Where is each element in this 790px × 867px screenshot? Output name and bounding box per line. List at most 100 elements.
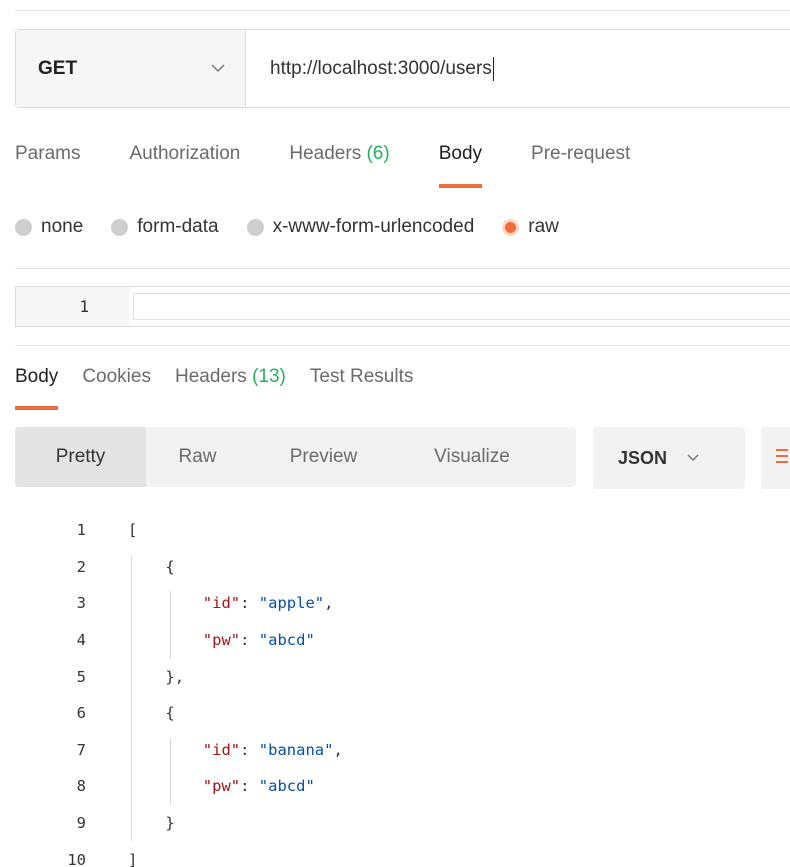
radio-raw[interactable]: raw	[502, 216, 559, 238]
radio-dot-icon	[502, 218, 520, 236]
line-number: 3	[76, 594, 86, 613]
radio-none[interactable]: none	[15, 216, 83, 238]
tab-label: Body	[15, 366, 59, 387]
json-key: "pw"	[202, 777, 241, 796]
code-line: 10]	[0, 841, 790, 867]
radio-form-data[interactable]: form-data	[111, 216, 219, 238]
format-label: JSON	[618, 447, 668, 468]
tab-authorization[interactable]: Authorization	[129, 143, 240, 188]
tab-headers[interactable]: Headers (6)	[289, 143, 389, 188]
mode-raw[interactable]: Raw	[146, 427, 249, 487]
code-text: ]	[128, 850, 138, 867]
tab-body[interactable]: Body	[438, 143, 483, 188]
body-type-radios: none form-data x-www-form-urlencoded raw	[15, 216, 587, 238]
tab-label: Headers	[174, 366, 247, 387]
line-number: 10	[67, 850, 86, 867]
code-text: "pw": "abcd"	[202, 777, 315, 796]
view-mode-control: Pretty Raw Preview Visualize	[15, 427, 576, 487]
chevron-down-icon	[209, 60, 227, 78]
code-line: 9}	[0, 805, 790, 842]
wrap-lines-icon	[776, 446, 788, 471]
tab-label: Params	[15, 143, 81, 164]
indent-guide	[131, 554, 132, 842]
tab-pre-request[interactable]: Pre-request	[531, 143, 630, 188]
json-key: "pw"	[202, 631, 241, 650]
method-select[interactable]: GET	[16, 30, 246, 107]
request-body-editor[interactable]: 1	[15, 286, 790, 327]
line-number: 9	[76, 814, 86, 833]
code-line: 2{	[0, 549, 790, 586]
request-url-bar: GET http://localhost:3000/users	[15, 29, 790, 108]
mode-label: Raw	[178, 446, 217, 467]
mode-visualize[interactable]: Visualize	[398, 427, 546, 487]
tab-params[interactable]: Params	[15, 143, 80, 188]
tab-label: Headers	[289, 143, 362, 164]
radio-label: form-data	[137, 216, 219, 237]
code-line: 8 "pw": "abcd"	[0, 768, 790, 805]
code-text: "id": "apple",	[202, 594, 334, 613]
json-punctuation: ,	[324, 594, 334, 613]
headers-count: (6)	[366, 143, 390, 164]
radio-label: raw	[528, 216, 559, 237]
method-label: GET	[38, 57, 78, 79]
tab-label: Pre-request	[531, 143, 631, 164]
json-string-value: "abcd"	[258, 631, 315, 650]
radio-dot-icon	[111, 218, 129, 236]
radio-dot-icon	[246, 218, 264, 236]
divider	[15, 345, 790, 346]
response-json-viewer[interactable]: 1[2{3 "id": "apple", 4 "pw": "abcd" 5}, 6{7 "i…	[0, 512, 790, 867]
tab-response-headers[interactable]: Headers (13)	[175, 366, 286, 410]
code-text: [	[128, 521, 138, 540]
radio-label: none	[41, 216, 84, 237]
json-key: "id"	[202, 740, 241, 759]
line-number-gutter: 1	[16, 287, 129, 326]
line-number: 2	[76, 557, 86, 576]
response-tabs: Body Cookies Headers (13) Test Results	[15, 366, 437, 410]
line-number: 4	[76, 631, 86, 650]
json-string-value: "banana"	[258, 740, 334, 759]
mode-preview[interactable]: Preview	[249, 427, 398, 487]
indent-guide	[170, 737, 172, 805]
radio-x-www-form-urlencoded[interactable]: x-www-form-urlencoded	[246, 216, 475, 238]
tab-label: Body	[438, 143, 483, 164]
code-text: }	[165, 814, 175, 833]
json-string-value: "abcd"	[258, 777, 315, 796]
code-line: 6{	[0, 695, 790, 732]
mode-label: Preview	[289, 446, 358, 467]
tab-response-body[interactable]: Body	[15, 366, 59, 410]
tab-test-results[interactable]: Test Results	[310, 366, 413, 410]
json-key: "id"	[202, 594, 241, 613]
url-value: http://localhost:3000/users	[270, 57, 492, 79]
wrap-lines-button[interactable]	[761, 427, 790, 489]
code-text: },	[165, 667, 185, 686]
code-text: "pw": "abcd"	[202, 631, 315, 650]
mode-pretty[interactable]: Pretty	[15, 427, 146, 487]
code-text: {	[165, 704, 175, 723]
format-select[interactable]: JSON	[593, 427, 745, 489]
tab-cookies[interactable]: Cookies	[82, 366, 151, 410]
line-number: 8	[76, 777, 86, 796]
json-punctuation: ,	[333, 740, 343, 759]
radio-dot-icon	[15, 218, 32, 236]
json-string-value: "apple"	[258, 594, 325, 613]
editor-line[interactable]	[133, 293, 790, 320]
top-divider	[15, 10, 790, 11]
text-caret	[492, 56, 494, 81]
code-text: "id": "banana",	[202, 740, 343, 759]
code-line: 5},	[0, 658, 790, 695]
code-line: 3 "id": "apple",	[0, 585, 790, 622]
headers-count: (13)	[252, 366, 286, 387]
code-line: 7 "id": "banana",	[0, 732, 790, 769]
radio-label: x-www-form-urlencoded	[272, 216, 475, 237]
tab-label: Test Results	[309, 366, 414, 387]
line-number: 1	[76, 521, 86, 540]
line-number: 5	[76, 667, 86, 686]
code-line: 1[	[0, 512, 790, 549]
divider	[15, 268, 790, 269]
line-number: 6	[76, 704, 86, 723]
code-line: 4 "pw": "abcd"	[0, 622, 790, 659]
line-number: 1	[79, 297, 89, 316]
line-number: 7	[76, 740, 86, 759]
url-input[interactable]: http://localhost:3000/users	[246, 30, 790, 107]
mode-label: Pretty	[55, 446, 106, 467]
